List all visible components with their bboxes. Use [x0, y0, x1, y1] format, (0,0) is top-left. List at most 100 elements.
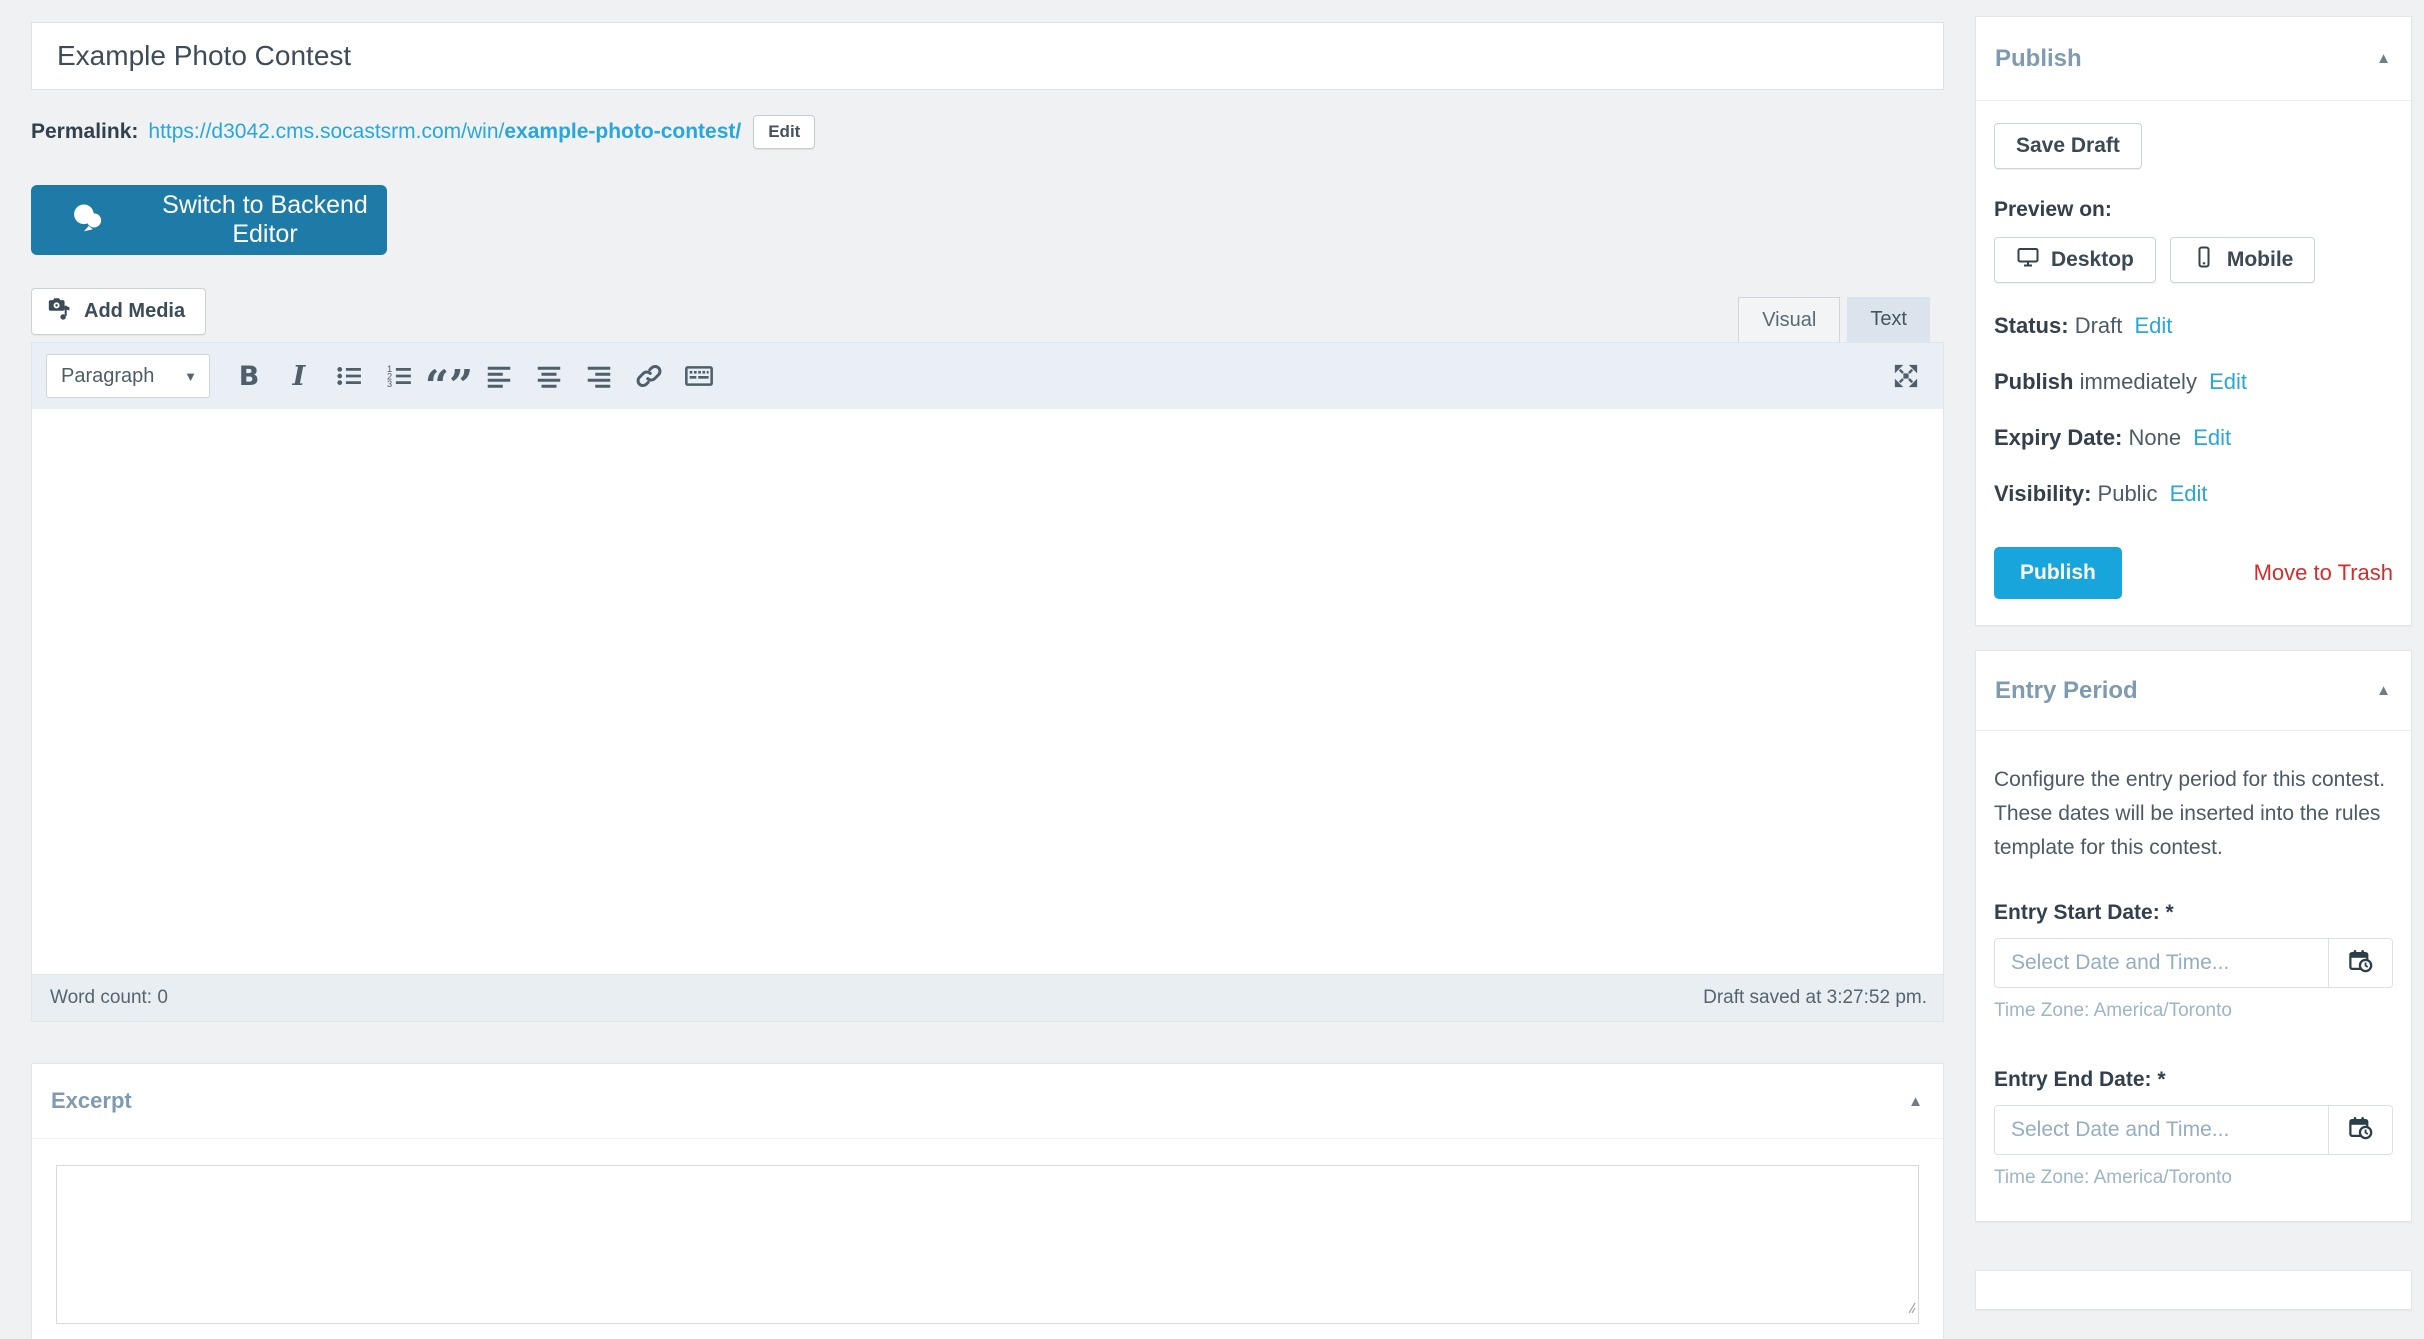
collapse-arrow-icon[interactable]: ▲: [2376, 50, 2391, 67]
media-row: Add Media Visual Text: [31, 288, 1944, 342]
move-to-trash-link[interactable]: Move to Trash: [2254, 560, 2393, 586]
expiry-date-edit-link[interactable]: Edit: [2193, 425, 2231, 450]
next-panel-edge: [1975, 1270, 2412, 1310]
entry-start-date-input[interactable]: [1995, 939, 2328, 987]
align-center-icon: [534, 361, 564, 391]
bulleted-list-icon: [334, 361, 364, 391]
svg-text:3: 3: [387, 379, 392, 389]
align-center-button[interactable]: [526, 354, 572, 398]
entry-start-date-label: Entry Start Date: *: [1994, 901, 2174, 924]
link-icon: [634, 361, 664, 391]
italic-button[interactable]: I: [276, 354, 322, 398]
editor-content-area[interactable]: [32, 409, 1943, 974]
toolbar-toggle-icon: [683, 360, 715, 392]
insert-link-button[interactable]: [626, 354, 672, 398]
visibility-edit-link[interactable]: Edit: [2170, 481, 2208, 506]
preview-mobile-button[interactable]: Mobile: [2169, 237, 2316, 283]
excerpt-body: [32, 1139, 1943, 1339]
align-left-button[interactable]: [476, 354, 522, 398]
paragraph-format-select[interactable]: Paragraph ▼: [46, 354, 210, 398]
entry-end-date-input[interactable]: [1995, 1106, 2328, 1154]
entry-end-timezone: Time Zone: America/Toronto: [1994, 1167, 2232, 1188]
tab-visual[interactable]: Visual: [1738, 297, 1841, 342]
entry-end-calendar-button[interactable]: [2328, 1106, 2392, 1154]
publish-date-edit-link[interactable]: Edit: [2209, 369, 2247, 394]
align-left-icon: [484, 361, 514, 391]
entry-end-date-group: [1994, 1105, 2393, 1155]
bulleted-list-button[interactable]: [326, 354, 372, 398]
excerpt-title: Excerpt: [51, 1088, 132, 1113]
desktop-monitor-icon: [2016, 245, 2040, 275]
publish-panel-title: Publish: [1995, 44, 2082, 72]
align-right-button[interactable]: [576, 354, 622, 398]
publish-panel-footer: Publish Move to Trash: [1994, 547, 2393, 599]
permalink-link[interactable]: https://d3042.cms.socastsrm.com/win/exam…: [148, 120, 741, 144]
word-count: Word count: 0: [50, 987, 168, 1008]
permalink: Permalink: https://d3042.cms.socastsrm.c…: [31, 115, 1944, 149]
toolbar-toggle-button[interactable]: [676, 354, 722, 398]
editor-frame: Paragraph ▼ B I 1 2 3 “” Word count: 0 D…: [31, 342, 1944, 1022]
status-edit-link[interactable]: Edit: [2135, 313, 2173, 338]
builder-bubbles-icon: [71, 202, 105, 239]
excerpt-panel: Excerpt ▲: [31, 1063, 1944, 1339]
publish-panel-header[interactable]: Publish ▲: [1976, 17, 2411, 101]
publish-panel: Publish ▲ Save Draft Preview on: Desktop…: [1975, 16, 2412, 626]
numbered-list-button[interactable]: 1 2 3: [376, 354, 422, 398]
preview-desktop-button[interactable]: Desktop: [1994, 237, 2156, 283]
bold-button[interactable]: B: [226, 354, 272, 398]
paragraph-format-value: Paragraph: [61, 364, 155, 387]
entry-period-panel: Entry Period ▲ Configure the entry perio…: [1975, 650, 2412, 1222]
collapse-arrow-icon[interactable]: ▲: [2376, 682, 2391, 699]
publish-button[interactable]: Publish: [1994, 547, 2122, 599]
chevron-down-icon: ▼: [184, 368, 197, 384]
camera-note-media-icon: [46, 295, 73, 328]
add-media-label: Add Media: [84, 300, 186, 322]
save-draft-button[interactable]: Save Draft: [1994, 123, 2142, 169]
collapse-arrow-icon[interactable]: ▲: [1908, 1093, 1923, 1110]
entry-start-timezone: Time Zone: America/Toronto: [1994, 1000, 2232, 1021]
entry-end-date-label: Entry End Date: *: [1994, 1068, 2166, 1091]
main-column: Permalink: https://d3042.cms.socastsrm.c…: [31, 0, 1944, 1339]
preview-buttons: Desktop Mobile: [1994, 237, 2393, 283]
entry-start-calendar-button[interactable]: [2328, 939, 2392, 987]
align-right-icon: [584, 361, 614, 391]
page: Permalink: https://d3042.cms.socastsrm.c…: [0, 0, 2424, 1339]
add-media-button[interactable]: Add Media: [31, 288, 207, 335]
editor-toolbar: Paragraph ▼ B I 1 2 3 “”: [32, 343, 1943, 409]
fullscreen-arrows-icon: [1891, 361, 1921, 391]
permalink-edit-button[interactable]: Edit: [753, 115, 816, 149]
permalink-label: Permalink:: [31, 120, 139, 143]
editor-statusbar: Word count: 0 Draft saved at 3:27:52 pm.: [32, 974, 1943, 1021]
preview-on-label: Preview on:: [1994, 198, 2112, 221]
publish-date-row: Publish immediately Edit: [1994, 369, 2247, 394]
entry-period-description: Configure the entry period for this cont…: [1994, 768, 2386, 859]
blockquote-button[interactable]: “”: [424, 354, 474, 410]
visibility-row: Visibility: Public Edit: [1994, 481, 2208, 506]
calendar-clock-icon: [2347, 1115, 2374, 1145]
numbered-list-icon: 1 2 3: [384, 361, 414, 391]
excerpt-textarea[interactable]: [56, 1165, 1919, 1324]
entry-period-panel-header[interactable]: Entry Period ▲: [1976, 651, 2411, 731]
mobile-phone-icon: [2192, 245, 2216, 275]
bold-icon: B: [238, 360, 260, 392]
tab-text[interactable]: Text: [1847, 297, 1930, 342]
draft-saved-message: Draft saved at 3:27:52 pm.: [1703, 987, 1927, 1008]
status-row: Status: Draft Edit: [1994, 313, 2173, 338]
publish-panel-body: Save Draft Preview on: Desktop Mobile St…: [1976, 101, 2411, 625]
fullscreen-button[interactable]: [1883, 354, 1929, 398]
expiry-date-row: Expiry Date: None Edit: [1994, 425, 2232, 450]
entry-start-date-group: [1994, 938, 2393, 988]
blockquote-icon: “”: [424, 361, 474, 410]
calendar-clock-icon: [2347, 948, 2374, 978]
post-title-input[interactable]: [31, 22, 1944, 90]
italic-icon: I: [292, 360, 306, 392]
switch-to-backend-editor-button[interactable]: Switch to Backend Editor: [31, 185, 387, 255]
entry-period-body: Configure the entry period for this cont…: [1976, 731, 2411, 1221]
sidebar: Publish ▲ Save Draft Preview on: Desktop…: [1975, 0, 2412, 1310]
entry-period-title: Entry Period: [1995, 676, 2138, 704]
switch-to-backend-editor-label: Switch to Backend Editor: [162, 191, 368, 248]
excerpt-panel-header[interactable]: Excerpt ▲: [32, 1064, 1943, 1139]
preview-mobile-label: Mobile: [2226, 248, 2294, 271]
editor-mode-tabs: Visual Text: [1738, 297, 1930, 342]
preview-desktop-label: Desktop: [2051, 248, 2134, 271]
